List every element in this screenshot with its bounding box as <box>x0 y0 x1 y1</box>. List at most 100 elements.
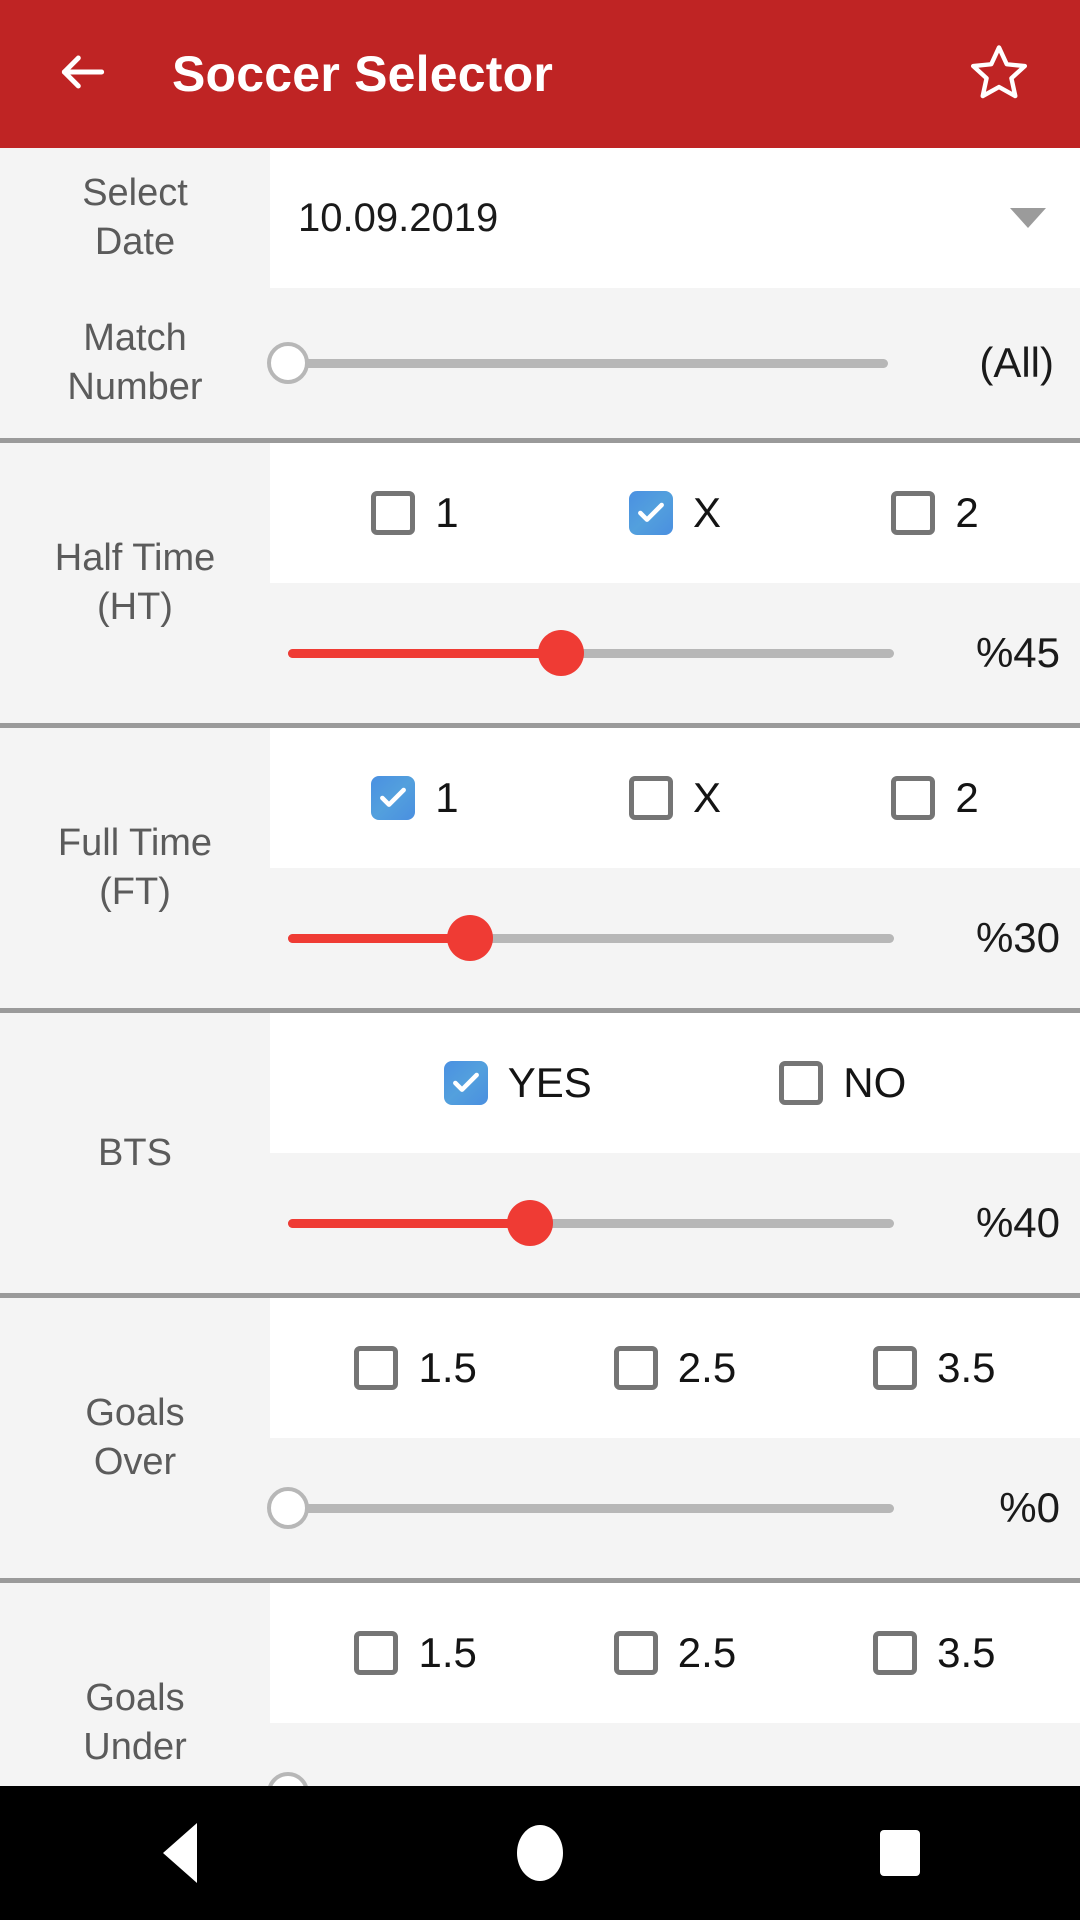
row-select-date: Select Date 10.09.2019 <box>0 148 1080 288</box>
bts-checkbox-row: YES NO <box>270 1013 1080 1153</box>
section-match-number: Match Number (All) <box>0 288 1080 438</box>
bts-slider[interactable] <box>288 1193 894 1253</box>
checkbox-item[interactable]: 1 <box>371 774 459 822</box>
checkbox-item[interactable]: 2.5 <box>613 1629 736 1677</box>
goals-under-slider[interactable] <box>267 1763 894 1786</box>
checkbox-unchecked-icon[interactable] <box>873 1631 918 1675</box>
full-time-label-line2: (FT) <box>99 871 171 913</box>
checkbox-unchecked-icon[interactable] <box>354 1346 399 1390</box>
checkbox-item[interactable]: 1.5 <box>354 1629 477 1677</box>
half-time-slider-value: %45 <box>975 629 1060 676</box>
nav-back-button[interactable] <box>90 1786 270 1920</box>
checkbox-unchecked-icon[interactable] <box>873 1346 918 1390</box>
full-time-label-line1: Full Time <box>57 822 213 865</box>
checkbox-unchecked-icon[interactable] <box>891 491 936 535</box>
checkbox-unchecked-icon[interactable] <box>613 1346 658 1390</box>
select-date-field[interactable]: 10.09.2019 <box>270 148 1080 288</box>
slider-thumb[interactable] <box>507 1200 554 1246</box>
slider-thumb[interactable] <box>537 630 584 676</box>
slider-thumb[interactable] <box>267 1772 309 1786</box>
bts-label-line1: BTS <box>98 1131 172 1174</box>
half-time-checkbox-row: 1 X 2 <box>270 443 1080 583</box>
checkbox-item[interactable]: YES <box>443 1059 592 1107</box>
checkbox-item[interactable]: X <box>628 774 721 822</box>
goals-under-controls: 1.5 2.5 3.5 <box>267 1583 1080 1786</box>
bts-slider-value: %40 <box>975 1199 1060 1246</box>
checkbox-item[interactable]: 3.5 <box>873 1629 996 1677</box>
goals-over-slider-strip: %0 <box>267 1438 1080 1578</box>
triangle-back-icon <box>163 1823 197 1883</box>
checkbox-item[interactable]: X <box>628 489 721 537</box>
app-bar: Soccer Selector <box>0 0 1080 148</box>
checkbox-label: 1 <box>435 489 459 536</box>
select-date-label-line2: Date <box>94 221 176 263</box>
match-number-value: (All) <box>979 339 1054 386</box>
checkbox-item[interactable]: 3.5 <box>873 1344 996 1392</box>
checkbox-checked-icon[interactable] <box>371 776 416 820</box>
row-bts: BTS YES NO %40 <box>0 1013 1080 1293</box>
circle-home-icon <box>517 1825 563 1881</box>
date-value[interactable]: 10.09.2019 <box>298 196 1010 241</box>
full-time-slider-strip: %30 <box>270 868 1080 1008</box>
settings-list[interactable]: Select Date 10.09.2019 Match Number (All… <box>0 148 1080 1786</box>
bts-controls: YES NO %40 <box>270 1013 1080 1293</box>
checkbox-label: 3.5 <box>937 1344 996 1391</box>
checkbox-unchecked-icon[interactable] <box>779 1061 824 1105</box>
checkbox-label: YES <box>507 1059 592 1106</box>
section-goals-over: Goals Over 1.5 2.5 3.5 %0 <box>0 1298 1080 1578</box>
goals-over-label: Goals Over <box>0 1298 270 1578</box>
full-time-checkbox-row: 1 X 2 <box>270 728 1080 868</box>
goals-under-label: Goals Under <box>0 1583 270 1786</box>
goals-over-label-line2: Over <box>93 1441 177 1483</box>
checkbox-unchecked-icon[interactable] <box>891 776 936 820</box>
checkbox-unchecked-icon[interactable] <box>354 1631 399 1675</box>
checkbox-item[interactable]: NO <box>779 1059 906 1107</box>
row-full-time: Full Time (FT) 1 X 2 %30 <box>0 728 1080 1008</box>
checkbox-unchecked-icon[interactable] <box>628 776 673 820</box>
select-date-label: Select Date <box>0 148 270 288</box>
favorite-button[interactable] <box>944 19 1054 129</box>
checkbox-item[interactable]: 2 <box>891 489 979 537</box>
goals-under-label-line2: Under <box>83 1726 187 1768</box>
section-full-time: Full Time (FT) 1 X 2 %30 <box>0 728 1080 1008</box>
half-time-controls: 1 X 2 %45 <box>270 443 1080 723</box>
checkbox-label: 1.5 <box>418 1629 477 1676</box>
checkbox-item[interactable]: 2 <box>891 774 979 822</box>
slider-thumb[interactable] <box>267 1487 309 1529</box>
section-bts: BTS YES NO %40 <box>0 1013 1080 1293</box>
full-time-slider[interactable] <box>288 908 894 968</box>
goals-over-slider[interactable] <box>267 1478 894 1538</box>
half-time-slider[interactable] <box>288 623 894 683</box>
goals-over-controls: 1.5 2.5 3.5 %0 <box>267 1298 1080 1578</box>
slider-thumb[interactable] <box>267 342 309 384</box>
checkbox-label: 1.5 <box>418 1344 477 1391</box>
chevron-down-icon[interactable] <box>1010 208 1046 228</box>
checkbox-checked-icon[interactable] <box>443 1061 488 1105</box>
row-goals-over: Goals Over 1.5 2.5 3.5 %0 <box>0 1298 1080 1578</box>
checkbox-checked-icon[interactable] <box>628 491 673 535</box>
slider-thumb[interactable] <box>446 915 493 961</box>
goals-over-slider-value: %0 <box>999 1484 1060 1531</box>
match-number-label-line1: Match <box>83 317 187 360</box>
page-title: Soccer Selector <box>172 46 553 102</box>
row-goals-under: Goals Under 1.5 2.5 3.5 <box>0 1583 1080 1786</box>
checkbox-label: 2 <box>955 489 979 536</box>
checkbox-unchecked-icon[interactable] <box>613 1631 658 1675</box>
slider-track <box>288 358 888 368</box>
checkbox-label: 2.5 <box>677 1344 737 1391</box>
checkbox-label: X <box>692 774 721 821</box>
back-button[interactable] <box>28 19 138 129</box>
checkbox-unchecked-icon[interactable] <box>371 491 416 535</box>
nav-recents-button[interactable] <box>810 1786 990 1920</box>
checkbox-item[interactable]: 1 <box>371 489 459 537</box>
arrow-left-icon <box>55 44 111 105</box>
section-half-time: Half Time (HT) 1 X 2 %45 <box>0 443 1080 723</box>
slider-track-fill <box>288 648 561 658</box>
checkbox-item[interactable]: 1.5 <box>354 1344 477 1392</box>
square-recents-icon <box>880 1830 920 1876</box>
slider-track <box>288 1503 894 1513</box>
slider-track-fill <box>288 1218 531 1228</box>
checkbox-item[interactable]: 2.5 <box>613 1344 737 1392</box>
match-number-slider[interactable] <box>267 333 888 393</box>
nav-home-button[interactable] <box>450 1786 630 1920</box>
